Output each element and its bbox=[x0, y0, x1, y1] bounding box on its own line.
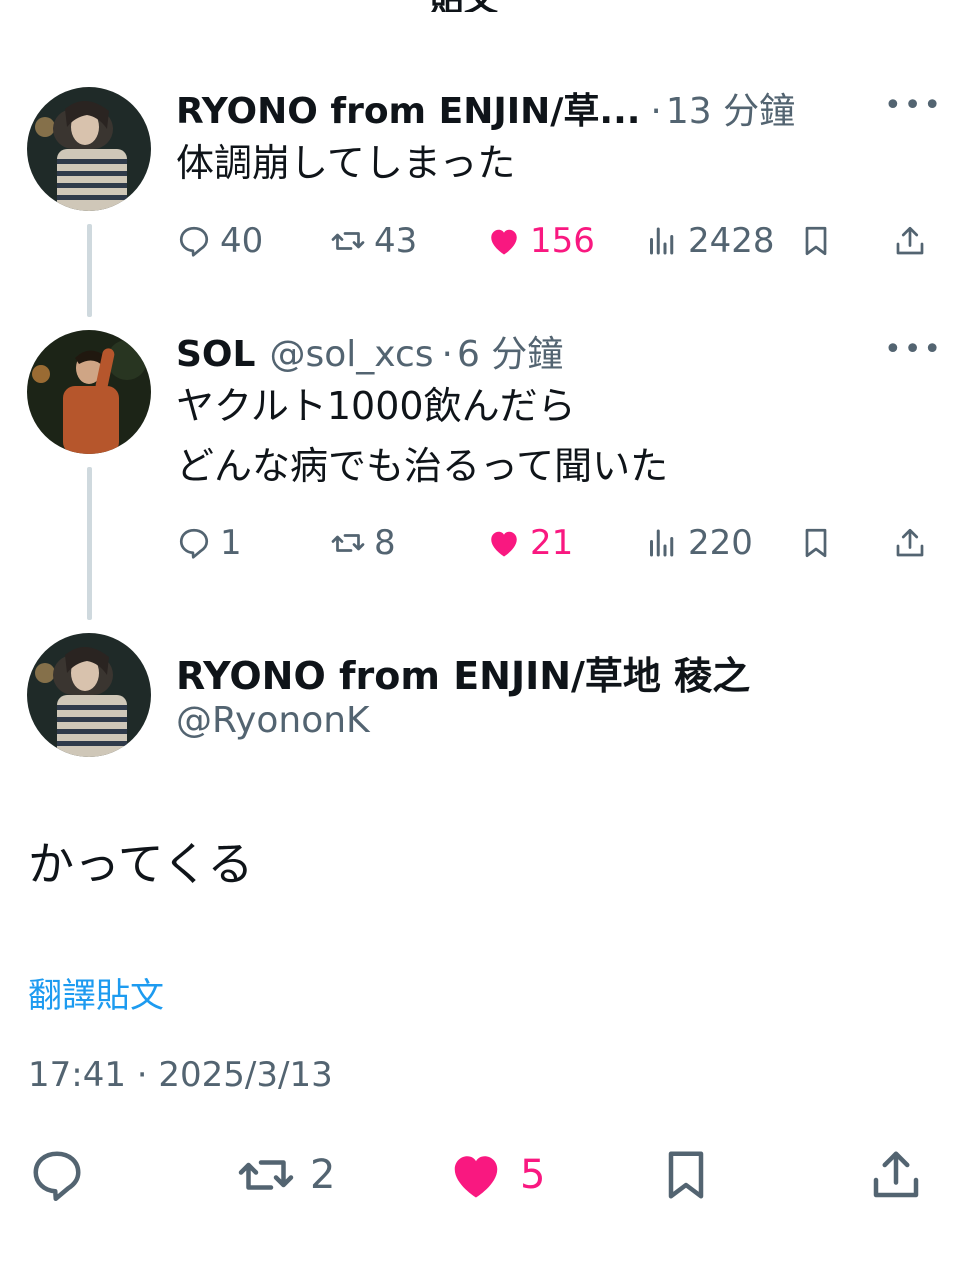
like-count: 21 bbox=[530, 523, 574, 563]
reply-button[interactable]: 40 bbox=[176, 219, 263, 263]
bookmark-icon bbox=[805, 226, 827, 256]
like-button[interactable]: 156 bbox=[486, 219, 595, 263]
avatar[interactable] bbox=[27, 633, 151, 757]
views-icon bbox=[650, 529, 674, 557]
top-bar: ← 貼文 bbox=[0, 0, 960, 12]
reply-icon bbox=[179, 226, 209, 257]
repost-button[interactable]: 8 bbox=[330, 521, 396, 565]
tweet-header: SOL @sol_xcs · 6 分鐘 bbox=[176, 325, 563, 377]
more-options-icon[interactable]: ••• bbox=[884, 332, 943, 367]
tweet-actions: 1 8 21 220 bbox=[0, 521, 960, 565]
tweet-actions: 40 43 156 2428 bbox=[0, 219, 960, 263]
repost-count: 2 bbox=[310, 1152, 336, 1198]
main-tweet-actions: 2 5 bbox=[0, 1140, 960, 1210]
share-button[interactable] bbox=[892, 219, 928, 263]
user-handle[interactable]: @sol_xcs bbox=[269, 334, 433, 375]
tweet-timestamp[interactable]: 17:41 · 2025/3/13 bbox=[28, 1055, 333, 1095]
views-button[interactable]: 2428 bbox=[644, 219, 775, 263]
like-count: 5 bbox=[520, 1152, 546, 1198]
reply-count: 1 bbox=[220, 523, 242, 563]
translate-link[interactable]: 翻譯貼文 bbox=[28, 968, 164, 1017]
tweet-time[interactable]: 6 分鐘 bbox=[457, 325, 563, 377]
back-arrow-icon[interactable]: ← bbox=[40, 0, 69, 10]
repost-icon bbox=[238, 1160, 294, 1190]
separator: · bbox=[650, 91, 662, 132]
bookmark-icon bbox=[805, 528, 827, 558]
repost-icon bbox=[331, 232, 365, 250]
reply-count: 40 bbox=[220, 221, 264, 261]
more-options-icon[interactable]: ••• bbox=[884, 88, 943, 123]
tweet-text: ヤクルト1000飲んだら どんな病でも治るって聞いた bbox=[176, 384, 669, 488]
tweet-text: かってくる bbox=[28, 837, 254, 891]
tweet-header: RYONO from ENJIN/草... · 13 分鐘 bbox=[176, 82, 795, 134]
display-name[interactable]: SOL bbox=[176, 334, 255, 375]
bookmark-icon bbox=[668, 1151, 704, 1199]
reply-icon bbox=[179, 528, 209, 559]
share-icon bbox=[873, 1151, 919, 1198]
page-title: 貼文 bbox=[430, 0, 498, 12]
like-button[interactable]: 5 bbox=[446, 1140, 545, 1210]
reply-button[interactable]: 1 bbox=[176, 521, 242, 565]
view-count: 220 bbox=[688, 523, 753, 563]
user-handle[interactable]: @RyononK bbox=[176, 700, 370, 741]
display-name[interactable]: RYONO from ENJIN/草... bbox=[176, 82, 640, 134]
bookmark-button[interactable] bbox=[798, 219, 834, 263]
heart-filled-icon bbox=[491, 229, 517, 255]
repost-count: 8 bbox=[374, 523, 396, 563]
repost-count: 43 bbox=[374, 221, 418, 261]
tweet-text: 体調崩してしまった bbox=[176, 141, 516, 185]
like-count: 156 bbox=[530, 221, 595, 261]
share-button[interactable] bbox=[866, 1140, 926, 1210]
reply-icon bbox=[33, 1151, 81, 1201]
reply-button[interactable] bbox=[27, 1140, 87, 1210]
repost-icon bbox=[331, 534, 365, 552]
heart-filled-icon bbox=[454, 1156, 498, 1198]
bookmark-button[interactable] bbox=[656, 1140, 716, 1210]
share-icon bbox=[896, 528, 924, 557]
tweet-time[interactable]: 13 分鐘 bbox=[666, 82, 795, 134]
avatar[interactable] bbox=[27, 87, 151, 211]
view-count: 2428 bbox=[688, 221, 775, 261]
repost-button[interactable]: 2 bbox=[236, 1140, 335, 1210]
repost-button[interactable]: 43 bbox=[330, 219, 417, 263]
separator: · bbox=[441, 334, 453, 375]
avatar[interactable] bbox=[27, 330, 151, 454]
bookmark-button[interactable] bbox=[798, 521, 834, 565]
like-button[interactable]: 21 bbox=[486, 521, 573, 565]
views-icon bbox=[650, 227, 674, 255]
share-button[interactable] bbox=[892, 521, 928, 565]
display-name[interactable]: RYONO from ENJIN/草地 稜之 bbox=[176, 645, 750, 700]
views-button[interactable]: 220 bbox=[644, 521, 753, 565]
share-icon bbox=[896, 226, 924, 255]
heart-filled-icon bbox=[491, 531, 517, 557]
